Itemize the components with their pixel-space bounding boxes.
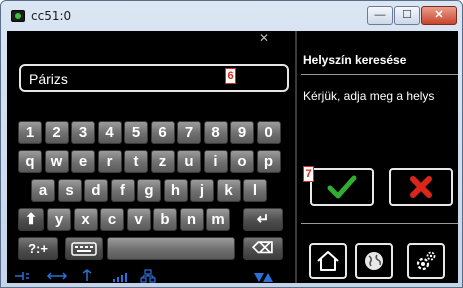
key-m[interactable]: m bbox=[206, 208, 230, 231]
app-icon bbox=[11, 10, 25, 22]
key-9[interactable]: 9 bbox=[230, 121, 254, 144]
key-v[interactable]: v bbox=[126, 208, 151, 231]
status-icons bbox=[15, 269, 273, 283]
key-d[interactable]: d bbox=[84, 179, 108, 202]
key-1[interactable]: 1 bbox=[18, 121, 42, 144]
app-window: cc51:0 — ☐ ✕ ✕ Párizs 6 1234567890 qwert… bbox=[0, 0, 463, 288]
key-n[interactable]: n bbox=[179, 208, 204, 231]
key-o[interactable]: o bbox=[230, 150, 254, 173]
key-s[interactable]: s bbox=[57, 179, 82, 202]
key-3[interactable]: 3 bbox=[71, 121, 95, 144]
panel-title: Helyszín keresése bbox=[303, 53, 407, 67]
key-q[interactable]: q bbox=[18, 150, 42, 173]
keyboard-layout-key[interactable] bbox=[65, 237, 103, 260]
check-icon bbox=[327, 175, 357, 199]
panel-instruction: Kérjük, adja meg a helys bbox=[303, 89, 435, 103]
key-b[interactable]: b bbox=[153, 208, 177, 231]
symbols-key[interactable]: ?:+ bbox=[18, 237, 58, 260]
key-t[interactable]: t bbox=[124, 150, 148, 173]
panel-rule-top bbox=[301, 74, 458, 75]
search-value: Párizs bbox=[29, 71, 68, 87]
marker-7: 7 bbox=[303, 166, 314, 182]
globe-icon bbox=[365, 252, 383, 270]
marker-6: 6 bbox=[225, 68, 236, 84]
maximize-button[interactable]: ☐ bbox=[394, 6, 420, 25]
key-h[interactable]: h bbox=[163, 179, 188, 202]
key-7[interactable]: 7 bbox=[177, 121, 201, 144]
close-button[interactable]: ✕ bbox=[421, 6, 457, 25]
collapse-icon[interactable]: ✕ bbox=[259, 31, 269, 45]
key-8[interactable]: 8 bbox=[203, 121, 228, 144]
settings-icon bbox=[416, 251, 436, 271]
key-5[interactable]: 5 bbox=[124, 121, 148, 144]
key-y[interactable]: y bbox=[47, 208, 71, 231]
key-c[interactable]: c bbox=[100, 208, 124, 231]
app-screen: ✕ Párizs 6 1234567890 qwertzuiop asdfghj… bbox=[7, 31, 458, 283]
key-k[interactable]: k bbox=[216, 179, 241, 202]
key-p[interactable]: p bbox=[256, 150, 281, 173]
key-0[interactable]: 0 bbox=[256, 121, 281, 144]
backspace-key[interactable]: ⌫ bbox=[243, 237, 283, 260]
minimize-button[interactable]: — bbox=[367, 6, 393, 25]
key-r[interactable]: r bbox=[97, 150, 122, 173]
window-title: cc51:0 bbox=[31, 9, 72, 23]
title-bar: cc51:0 — ☐ ✕ bbox=[1, 1, 462, 31]
panel-rule-bottom bbox=[301, 223, 458, 224]
space-key[interactable] bbox=[107, 237, 235, 260]
key-4[interactable]: 4 bbox=[97, 121, 122, 144]
confirm-button[interactable] bbox=[310, 168, 374, 206]
cancel-button[interactable] bbox=[389, 168, 453, 206]
key-e[interactable]: e bbox=[71, 150, 95, 173]
key-w[interactable]: w bbox=[44, 150, 69, 173]
key-a[interactable]: a bbox=[31, 179, 55, 202]
settings-button[interactable] bbox=[407, 243, 445, 279]
search-input[interactable]: Párizs bbox=[19, 64, 289, 92]
key-f[interactable]: f bbox=[110, 179, 135, 202]
key-6[interactable]: 6 bbox=[150, 121, 175, 144]
home-button[interactable] bbox=[309, 243, 347, 279]
key-u[interactable]: u bbox=[177, 150, 201, 173]
cross-icon bbox=[410, 176, 432, 198]
globe-button[interactable] bbox=[355, 243, 393, 279]
key-l[interactable]: l bbox=[243, 179, 267, 202]
keyboard-icon bbox=[71, 242, 97, 256]
key-z[interactable]: z bbox=[150, 150, 175, 173]
key-i[interactable]: i bbox=[203, 150, 228, 173]
key-g[interactable]: g bbox=[137, 179, 161, 202]
shift-key[interactable]: ⬆ bbox=[18, 208, 44, 231]
key-x[interactable]: x bbox=[73, 208, 98, 231]
panel-divider bbox=[295, 31, 297, 283]
enter-key[interactable]: ↵ bbox=[243, 208, 283, 231]
key-j[interactable]: j bbox=[190, 179, 214, 202]
home-icon bbox=[317, 251, 339, 271]
key-2[interactable]: 2 bbox=[44, 121, 69, 144]
